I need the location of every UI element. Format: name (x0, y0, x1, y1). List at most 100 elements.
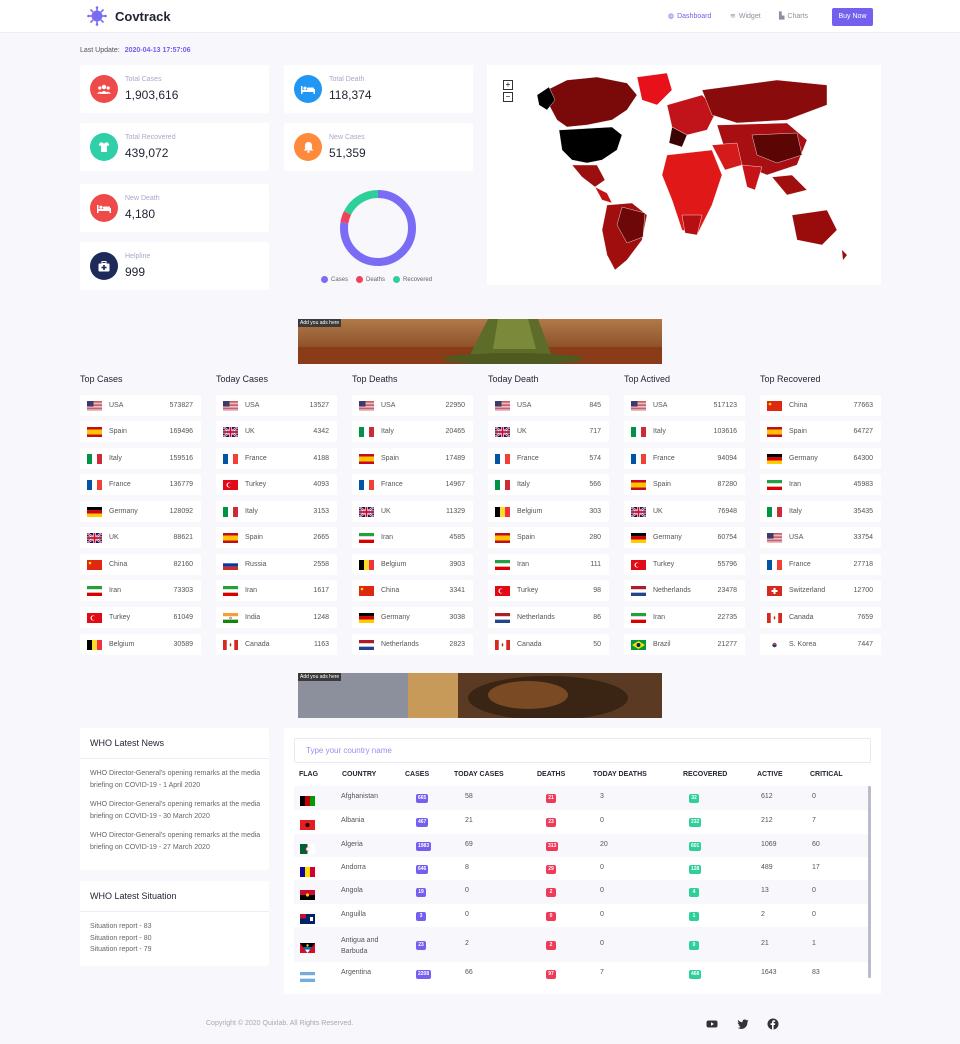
table-row[interactable]: Angola 19 0 2 0 4 13 0 (294, 880, 868, 904)
table-column-header[interactable]: DEATHS (537, 771, 565, 778)
legend-item[interactable]: Deaths (356, 276, 385, 283)
situation-item[interactable]: Situation report - 80 (90, 935, 151, 942)
table-row[interactable]: Algeria 1983 69 313 20 601 1069 60 (294, 834, 868, 857)
situation-item[interactable]: Situation report - 83 (90, 923, 151, 930)
top-list-row[interactable]: Germany 128092 (80, 501, 201, 522)
top-list-row[interactable]: France 4188 (216, 448, 337, 469)
world-map-svg[interactable] (487, 65, 881, 285)
table-column-header[interactable]: CASES (405, 771, 429, 778)
top-list-row[interactable]: France 574 (488, 448, 609, 469)
top-list-row[interactable]: UK 717 (488, 421, 609, 442)
country-search-input[interactable] (294, 738, 871, 763)
top-list-row[interactable]: Iran 111 (488, 554, 609, 575)
table-column-header[interactable]: RECOVERED (683, 771, 727, 778)
top-list-row[interactable]: Spain 87280 (624, 474, 745, 495)
top-list-row[interactable]: France 27718 (760, 554, 881, 575)
top-list-row[interactable]: France 14967 (352, 474, 473, 495)
top-list-row[interactable]: USA 13527 (216, 395, 337, 416)
top-list-row[interactable]: Germany 60754 (624, 527, 745, 548)
top-list-row[interactable]: UK 4342 (216, 421, 337, 442)
table-row[interactable]: Afghanistan 665 58 21 3 32 612 0 (294, 786, 868, 810)
top-list-row[interactable]: Iran 45983 (760, 474, 881, 495)
top-list-row[interactable]: Netherlands 2823 (352, 634, 473, 655)
top-list-row[interactable]: Italy 20465 (352, 421, 473, 442)
top-list-row[interactable]: USA 22950 (352, 395, 473, 416)
top-list-row[interactable]: Belgium 303 (488, 501, 609, 522)
youtube-icon[interactable] (706, 1018, 718, 1030)
top-list-row[interactable]: Iran 73303 (80, 580, 201, 601)
top-list-row[interactable]: Spain 2665 (216, 527, 337, 548)
top-list-row[interactable]: Turkey 98 (488, 580, 609, 601)
top-list-row[interactable]: Iran 1617 (216, 580, 337, 601)
top-list-row[interactable]: France 136779 (80, 474, 201, 495)
top-list-row[interactable]: Russia 2558 (216, 554, 337, 575)
news-item[interactable]: WHO Director-General's opening remarks a… (90, 830, 265, 854)
zoom-out-button[interactable]: − (503, 92, 513, 102)
top-list-row[interactable]: UK 88621 (80, 527, 201, 548)
top-list-row[interactable]: Iran 4585 (352, 527, 473, 548)
news-item[interactable]: WHO Director-General's opening remarks a… (90, 799, 265, 823)
top-list-row[interactable]: Turkey 61049 (80, 607, 201, 628)
top-list-row[interactable]: Netherlands 23478 (624, 580, 745, 601)
top-list-row[interactable]: Spain 64727 (760, 421, 881, 442)
top-list-row[interactable]: Germany 64300 (760, 448, 881, 469)
table-row[interactable]: Antigua and Barbuda 23 2 2 0 0 21 1 (294, 927, 868, 962)
top-list-row[interactable]: Belgium 30589 (80, 634, 201, 655)
legend-item[interactable]: Cases (321, 276, 348, 283)
top-list-row[interactable]: China 77663 (760, 395, 881, 416)
table-row[interactable]: Argentina 2208 66 97 7 468 1643 83 (294, 962, 868, 985)
top-list-row[interactable]: Italy 566 (488, 474, 609, 495)
top-list-row[interactable]: USA 517123 (624, 395, 745, 416)
scrollbar-thumb[interactable] (868, 786, 871, 978)
table-column-header[interactable]: TODAY CASES (454, 771, 504, 778)
top-list-row[interactable]: India 1248 (216, 607, 337, 628)
table-scrollbar[interactable] (868, 786, 871, 978)
table-column-header[interactable]: CRITICAL (810, 771, 843, 778)
top-list-row[interactable]: Turkey 55796 (624, 554, 745, 575)
top-list-row[interactable]: USA 573827 (80, 395, 201, 416)
table-column-header[interactable]: ACTIVE (757, 771, 783, 778)
top-list-row[interactable]: UK 11329 (352, 501, 473, 522)
top-list-row[interactable]: Italy 3153 (216, 501, 337, 522)
zoom-in-button[interactable]: + (503, 80, 513, 90)
top-list-row[interactable]: Italy 35435 (760, 501, 881, 522)
top-list-row[interactable]: Switzerland 12700 (760, 580, 881, 601)
table-row[interactable]: Anguilla 3 0 0 0 1 2 0 (294, 904, 868, 927)
top-list-row[interactable]: Turkey 4093 (216, 474, 337, 495)
top-list-row[interactable]: Germany 3038 (352, 607, 473, 628)
buy-now-button[interactable]: Buy Now (832, 8, 873, 26)
nav-charts[interactable]: ▙ Charts (779, 12, 808, 21)
brand-name[interactable]: Covtrack (115, 9, 171, 24)
legend-item[interactable]: Recovered (393, 276, 432, 283)
table-column-header[interactable]: FLAG (299, 771, 318, 778)
top-list-row[interactable]: Italy 103616 (624, 421, 745, 442)
top-list-row[interactable]: Italy 159516 (80, 448, 201, 469)
situation-item[interactable]: Situation report - 79 (90, 946, 151, 953)
top-list-row[interactable]: Netherlands 86 (488, 607, 609, 628)
table-column-header[interactable]: TODAY DEATHS (593, 771, 647, 778)
top-list-row[interactable]: S. Korea 7447 (760, 634, 881, 655)
top-list-row[interactable]: Canada 7659 (760, 607, 881, 628)
ad-banner-cat[interactable]: Add you ads here (298, 673, 662, 718)
table-column-header[interactable]: COUNTRY (342, 771, 376, 778)
top-list-row[interactable]: China 3341 (352, 580, 473, 601)
world-map[interactable]: + − (487, 65, 881, 285)
table-row[interactable]: Andorra 646 8 29 0 128 489 17 (294, 857, 868, 880)
facebook-icon[interactable] (767, 1018, 779, 1030)
nav-widget[interactable]: ≋ Widget (730, 12, 761, 21)
top-list-row[interactable]: USA 845 (488, 395, 609, 416)
top-list-row[interactable]: Iran 22735 (624, 607, 745, 628)
top-list-row[interactable]: UK 76948 (624, 501, 745, 522)
nav-dashboard[interactable]: ◍ Dashboard (668, 12, 711, 21)
top-list-row[interactable]: Belgium 3903 (352, 554, 473, 575)
top-list-row[interactable]: China 82160 (80, 554, 201, 575)
top-list-row[interactable]: USA 33754 (760, 527, 881, 548)
top-list-row[interactable]: Canada 50 (488, 634, 609, 655)
news-item[interactable]: WHO Director-General's opening remarks a… (90, 768, 265, 792)
top-list-row[interactable]: France 94094 (624, 448, 745, 469)
top-list-row[interactable]: Spain 280 (488, 527, 609, 548)
top-list-row[interactable]: Spain 17489 (352, 448, 473, 469)
top-list-row[interactable]: Spain 169496 (80, 421, 201, 442)
twitter-icon[interactable] (737, 1018, 749, 1030)
virus-logo-icon[interactable] (87, 6, 107, 26)
